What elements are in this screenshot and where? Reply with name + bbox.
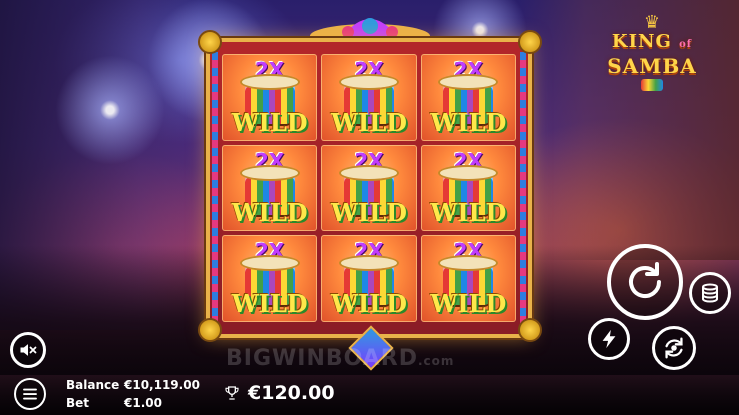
frame-corner-ornament	[198, 30, 222, 54]
balance-label: Balance	[66, 378, 120, 392]
hamburger-menu-icon	[23, 388, 37, 400]
reel-grid: 2X WILD 2X WILD 2X WILD 2X WILD 2X WILD 2X WIL…	[222, 54, 516, 322]
drum-head	[241, 76, 298, 88]
wild-label: WILD	[331, 288, 407, 318]
logo-king: KING	[611, 31, 672, 52]
bet-value: €1.00	[124, 396, 162, 410]
game-logo: ♛ KING of SAMBA	[602, 14, 702, 100]
speaker-muted-icon	[20, 344, 37, 356]
watermark: BIGWINBOARD.com	[226, 346, 454, 371]
wild-label: WILD	[430, 198, 507, 228]
frame-corner-ornament	[518, 318, 542, 342]
bet-label: Bet	[66, 396, 90, 410]
wild-symbol: 2X WILD	[420, 235, 516, 322]
wild-label: WILD	[331, 198, 407, 228]
wild-label: WILD	[331, 107, 407, 137]
drum-head	[440, 166, 497, 179]
drum-icon	[641, 79, 663, 91]
wild-symbol: 2X WILD	[321, 54, 417, 141]
wild-label: WILD	[231, 198, 308, 228]
refresh-icon	[629, 262, 661, 298]
drum-head	[340, 76, 397, 88]
coin-stack-icon	[702, 283, 718, 303]
wild-label: WILD	[430, 107, 507, 137]
lightning-icon	[602, 329, 616, 349]
wild-label: WILD	[430, 288, 507, 318]
win-display: €120.00	[224, 382, 335, 404]
wild-symbol: 2X WILD	[321, 235, 417, 322]
balance-value: €10,119.00	[124, 378, 200, 392]
wild-symbol: 2X WILD	[420, 54, 516, 141]
autoplay-icon	[665, 337, 683, 359]
firework	[40, 40, 180, 180]
reels-frame: 2X WILD 2X WILD 2X WILD 2X WILD 2X WILD 2X WIL…	[206, 38, 532, 338]
drum-head	[241, 166, 298, 179]
watermark-suffix: .com	[417, 354, 455, 368]
logo-samba: SAMBA	[607, 54, 697, 78]
frame-border-left	[212, 52, 218, 324]
wild-symbol: 2X WILD	[222, 54, 318, 141]
watermark-text: BIGWINBOARD	[226, 346, 418, 371]
win-amount: €120.00	[248, 382, 335, 404]
wild-label: WILD	[231, 107, 308, 137]
logo-of: of	[679, 39, 693, 50]
frame-corner-ornament	[198, 318, 222, 342]
crown-icon: ♛	[643, 12, 661, 33]
bet-settings-button[interactable]	[689, 272, 731, 314]
turbo-button[interactable]	[588, 318, 630, 360]
wild-symbol: 2X WILD	[222, 144, 318, 232]
autoplay-button[interactable]	[652, 326, 696, 370]
spin-button[interactable]	[607, 244, 683, 320]
balance-display: Balance €10,119.00	[66, 378, 200, 392]
wild-symbol: 2X WILD	[222, 235, 318, 322]
bet-display: Bet €1.00	[66, 396, 162, 410]
sound-toggle-button[interactable]	[10, 332, 46, 368]
wild-symbol: 2X WILD	[321, 144, 417, 232]
frame-corner-ornament	[518, 30, 542, 54]
trophy-icon	[225, 386, 239, 400]
menu-button[interactable]	[14, 378, 46, 410]
wild-label: WILD	[231, 288, 308, 318]
drum-head	[440, 76, 497, 88]
wild-symbol: 2X WILD	[420, 144, 516, 232]
drum-head	[340, 166, 397, 179]
frame-border-right	[520, 52, 526, 324]
